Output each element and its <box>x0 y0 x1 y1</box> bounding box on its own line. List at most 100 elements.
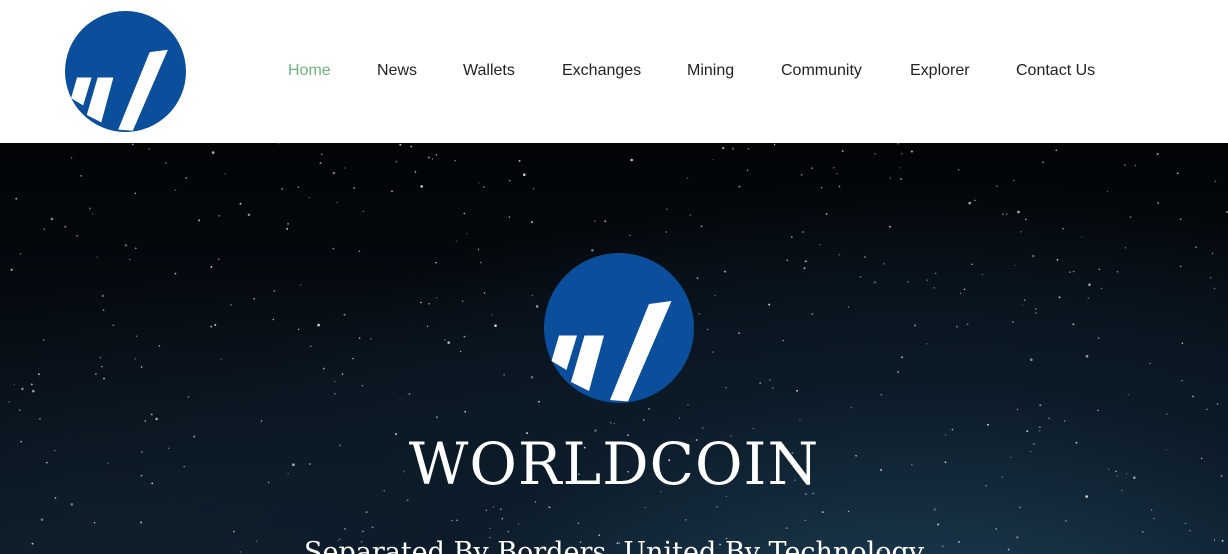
star <box>593 220 596 222</box>
star <box>901 356 904 359</box>
star <box>371 526 374 529</box>
star <box>322 367 325 370</box>
nav-contact-us[interactable]: Contact Us <box>1016 60 1095 82</box>
star <box>40 518 44 521</box>
star <box>782 339 784 342</box>
star <box>689 214 691 216</box>
star <box>759 382 762 384</box>
star <box>537 400 540 403</box>
star <box>1097 337 1100 339</box>
star <box>500 508 502 510</box>
star <box>629 234 631 237</box>
main-nav: Home News Wallets Exchanges Mining Commu… <box>0 0 1228 143</box>
star <box>956 326 958 328</box>
star <box>297 186 300 188</box>
star <box>1153 517 1155 520</box>
star <box>464 410 467 413</box>
star <box>874 152 876 155</box>
star <box>210 325 213 328</box>
nav-explorer[interactable]: Explorer <box>910 60 970 82</box>
star <box>1179 265 1182 268</box>
star <box>224 173 226 175</box>
star <box>530 375 534 379</box>
star <box>210 265 213 268</box>
star <box>174 272 177 275</box>
star <box>926 343 928 345</box>
star <box>1106 190 1109 193</box>
star <box>140 521 143 524</box>
star <box>785 527 788 530</box>
star <box>1065 520 1067 522</box>
star <box>1166 413 1168 415</box>
star <box>362 530 364 533</box>
nav-community[interactable]: Community <box>781 60 862 82</box>
star <box>859 276 862 278</box>
star <box>804 519 806 522</box>
star <box>344 167 346 169</box>
nav-exchanges[interactable]: Exchanges <box>562 60 641 82</box>
star <box>50 217 54 221</box>
star <box>370 338 372 340</box>
star <box>480 261 482 264</box>
star <box>610 422 612 424</box>
star <box>825 213 828 215</box>
star <box>352 357 354 360</box>
star <box>477 248 480 250</box>
star <box>786 259 789 262</box>
star <box>13 383 16 386</box>
site-header: Home News Wallets Exchanges Mining Commu… <box>0 0 1228 143</box>
star <box>39 418 41 420</box>
star <box>253 297 256 300</box>
star <box>1048 417 1050 420</box>
star <box>426 325 429 327</box>
star <box>838 185 841 188</box>
star <box>1020 230 1022 233</box>
star <box>996 185 998 188</box>
star <box>803 267 806 270</box>
star <box>1005 213 1008 215</box>
star <box>712 159 714 161</box>
star <box>233 530 235 533</box>
star <box>960 292 962 294</box>
star <box>1039 426 1041 429</box>
star <box>963 288 966 291</box>
star <box>185 177 188 179</box>
star <box>722 147 725 150</box>
star <box>678 417 681 419</box>
star <box>1192 395 1194 398</box>
star <box>804 260 807 263</box>
star <box>889 177 892 179</box>
star <box>247 213 251 217</box>
star <box>716 505 718 508</box>
star <box>773 143 776 146</box>
star <box>926 279 928 281</box>
star <box>80 175 82 177</box>
star <box>1069 271 1071 273</box>
nav-mining[interactable]: Mining <box>687 60 734 82</box>
star <box>914 324 917 327</box>
star <box>974 199 976 202</box>
star <box>465 232 468 235</box>
star <box>308 197 310 199</box>
nav-news[interactable]: News <box>377 60 417 82</box>
star <box>32 389 35 393</box>
star <box>987 423 990 426</box>
star <box>92 213 94 215</box>
star <box>155 417 158 421</box>
star <box>148 148 150 150</box>
star <box>907 281 909 283</box>
star <box>725 386 727 389</box>
star <box>260 420 263 422</box>
star <box>901 153 903 155</box>
star <box>70 157 73 159</box>
star <box>796 389 799 392</box>
star <box>1211 252 1214 254</box>
star <box>864 256 866 259</box>
nav-home[interactable]: Home <box>288 60 331 82</box>
star <box>706 328 709 331</box>
star <box>140 366 143 368</box>
star <box>841 150 844 153</box>
nav-wallets[interactable]: Wallets <box>463 60 515 82</box>
star <box>38 373 40 376</box>
star <box>1157 202 1160 204</box>
